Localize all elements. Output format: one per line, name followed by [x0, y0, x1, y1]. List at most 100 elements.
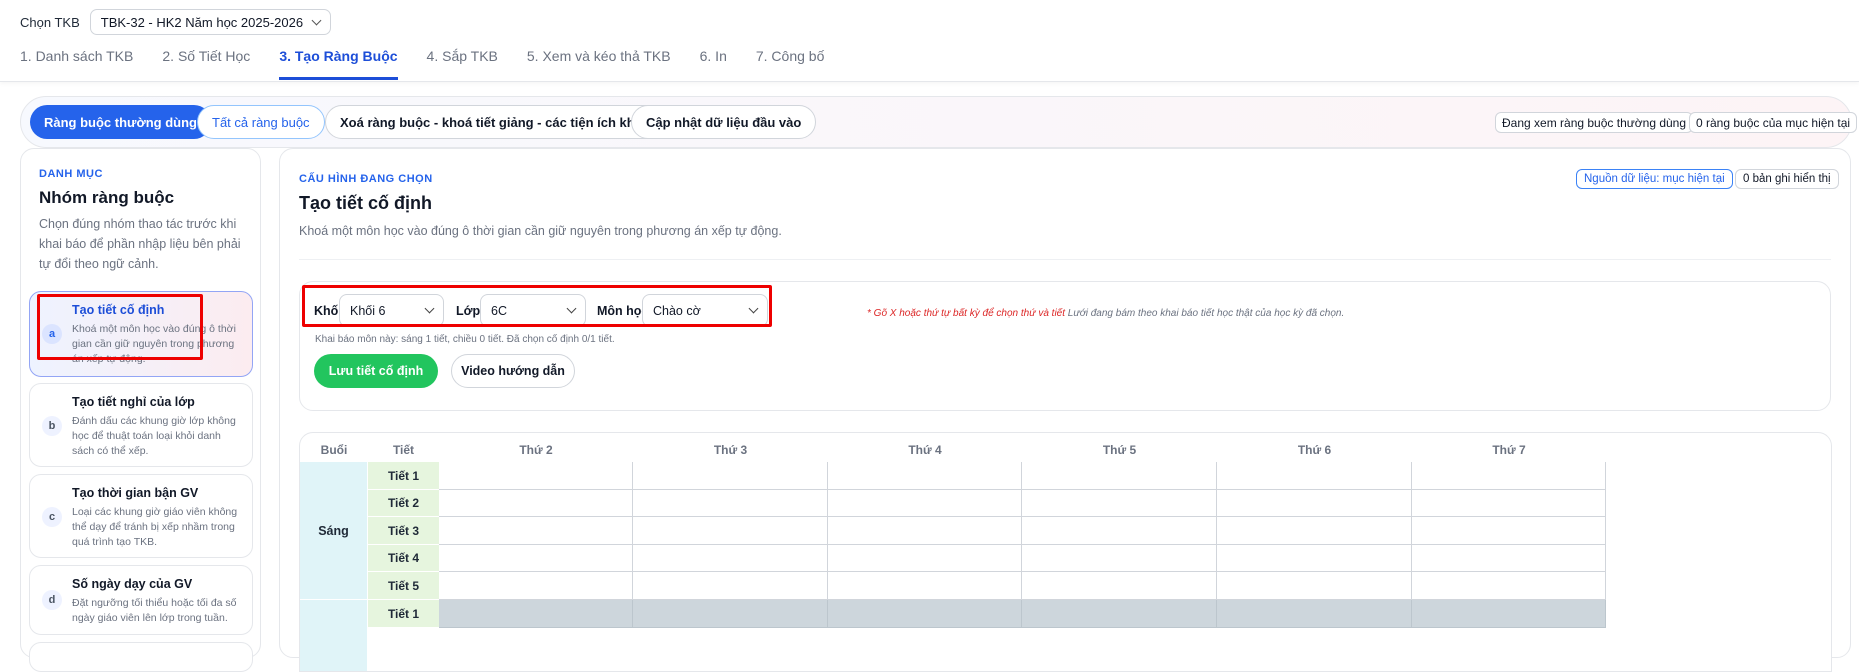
tkb-selector-row: Chọn TKB TBK-32 - HK2 Năm học 2025-2026 — [20, 9, 332, 35]
constraint-group-sidebar: DANH MỤC Nhóm ràng buộc Chọn đúng nhóm t… — [20, 148, 261, 672]
grid-cell[interactable] — [1412, 572, 1606, 600]
item-badge: b — [42, 416, 62, 436]
sidebar-item-tao-tiet-nghi[interactable]: b Tạo tiết nghỉ của lớp Đánh dấu các khu… — [29, 383, 253, 467]
tkb-select[interactable]: TBK-32 - HK2 Năm học 2025-2026 — [89, 9, 332, 35]
grid-cell[interactable] — [1412, 462, 1606, 490]
grid-hint: * Gõ X hoặc thứ tự bất kỳ để chọn thứ và… — [867, 308, 1344, 319]
grid-cell[interactable] — [1022, 545, 1217, 572]
sidebar-title: Nhóm ràng buộc — [39, 188, 175, 207]
tab-xem-keo-tha[interactable]: 5. Xem và kéo thả TKB — [527, 44, 671, 80]
all-constraints-button[interactable]: Tất cả ràng buộc — [197, 105, 325, 139]
tab-danh-sach-tkb[interactable]: 1. Danh sách TKB — [20, 44, 133, 80]
tab-in[interactable]: 6. In — [700, 44, 727, 80]
grid-cell[interactable] — [828, 545, 1022, 572]
grid-cell — [439, 600, 633, 628]
step-tabs: 1. Danh sách TKB 2. Số Tiết Học 3. Tạo R… — [20, 44, 853, 80]
khoi-select[interactable]: Khối 6 — [339, 294, 444, 327]
chevron-down-icon — [748, 303, 759, 314]
subject-declaration-note: Khai báo môn này: sáng 1 tiết, chiều 0 t… — [315, 334, 615, 345]
item-title: Tạo tiết cố định — [72, 303, 165, 317]
mon-hoc-label: Môn học — [597, 304, 649, 318]
data-source-chip: Nguồn dữ liệu: mục hiện tại — [1576, 169, 1733, 189]
tkb-label: Chọn TKB — [20, 14, 80, 30]
grid-cell[interactable] — [828, 462, 1022, 490]
fixed-period-form: Khối Khối 6 Lớp 6C Môn học Chào cờ * Gõ … — [299, 281, 1831, 411]
grid-cell — [1217, 600, 1412, 628]
period-label: Tiết 2 — [368, 490, 439, 517]
lop-select[interactable]: 6C — [480, 294, 586, 327]
sidebar-description: Chọn đúng nhóm thao tác trước khi khai b… — [39, 217, 241, 271]
tab-sap-tkb[interactable]: 4. Sắp TKB — [427, 44, 498, 80]
grid-cell[interactable] — [1217, 517, 1412, 545]
sidebar-item-tao-tiet-co-dinh[interactable]: a Tạo tiết cố định Khoá một môn học vào … — [29, 291, 253, 377]
category-label: DANH MỤC — [39, 168, 103, 180]
grid-cell[interactable] — [633, 490, 828, 517]
period-label: Tiết 1 — [368, 462, 439, 490]
chevron-down-icon — [566, 303, 577, 314]
grid-cell[interactable] — [1412, 517, 1606, 545]
session-afternoon — [300, 600, 368, 671]
sidebar-item-more[interactable] — [29, 642, 253, 672]
grid-cell[interactable] — [1022, 490, 1217, 517]
grid-cell[interactable] — [1217, 572, 1412, 600]
grid-cell[interactable] — [633, 572, 828, 600]
divider — [299, 259, 1831, 260]
grid-cell[interactable] — [828, 517, 1022, 545]
lop-label: Lớp — [456, 304, 481, 318]
grid-cell[interactable] — [439, 545, 633, 572]
grid-cell[interactable] — [1022, 517, 1217, 545]
tab-tao-rang-buoc[interactable]: 3. Tạo Ràng Buộc — [279, 44, 398, 80]
grid-cell[interactable] — [828, 572, 1022, 600]
tkb-select-value: TBK-32 - HK2 Năm học 2025-2026 — [100, 14, 304, 30]
sidebar-item-so-ngay-day[interactable]: d Số ngày dạy của GV Đặt ngưỡng tối thiể… — [29, 565, 253, 635]
grid-cell — [633, 600, 828, 628]
grid-cell[interactable] — [1217, 490, 1412, 517]
item-description: Khoá một môn học vào đúng ô thời gian cầ… — [72, 323, 236, 365]
records-chip: 0 bản ghi hiển thị — [1735, 169, 1839, 189]
grid-cell[interactable] — [439, 462, 633, 490]
grid-cell[interactable] — [439, 572, 633, 600]
period-label: Tiết 1 — [368, 600, 439, 628]
item-badge: c — [42, 507, 62, 527]
grid-cell[interactable] — [439, 490, 633, 517]
delete-lock-utilities-button[interactable]: Xoá ràng buộc - khoá tiết giảng - các ti… — [325, 105, 665, 139]
viewing-status-chip: Đang xem ràng buộc thường dùng — [1495, 112, 1694, 133]
item-description: Loại các khung giờ giáo viên không thể d… — [72, 506, 238, 548]
video-guide-button[interactable]: Video hướng dẫn — [451, 354, 575, 388]
grid-cell[interactable] — [633, 517, 828, 545]
grid-cell[interactable] — [439, 517, 633, 545]
item-title: Tạo thời gian bận GV — [72, 486, 199, 500]
schedule-grid: Buổi Tiết Thứ 2 Thứ 3 Thứ 4 Thứ 5 Thứ 6 … — [299, 432, 1832, 672]
grid-cell[interactable] — [828, 490, 1022, 517]
config-title: Tạo tiết cố định — [299, 193, 432, 213]
period-label: Tiết 3 — [368, 517, 439, 545]
grid-cell[interactable] — [1022, 462, 1217, 490]
config-label: CẤU HÌNH ĐANG CHỌN — [299, 173, 433, 185]
mon-hoc-select[interactable]: Chào cờ — [642, 294, 768, 327]
chevron-down-icon — [424, 303, 435, 314]
action-bar: Ràng buộc thường dùng Tất cả ràng buộc X… — [20, 96, 1858, 148]
grid-cell[interactable] — [633, 545, 828, 572]
grid-cell[interactable] — [1412, 490, 1606, 517]
grid-cell[interactable] — [1412, 545, 1606, 572]
constraint-count-chip: 0 ràng buộc của mục hiện tại — [1689, 112, 1858, 133]
common-constraints-button[interactable]: Ràng buộc thường dùng — [30, 105, 211, 139]
grid-cell[interactable] — [1022, 572, 1217, 600]
grid-cell — [1412, 600, 1606, 628]
grid-cell[interactable] — [1217, 462, 1412, 490]
period-label: Tiết 4 — [368, 545, 439, 572]
grid-cell[interactable] — [1217, 545, 1412, 572]
save-fixed-period-button[interactable]: Lưu tiết cố định — [314, 354, 438, 388]
mon-hoc-select-value: Chào cờ — [653, 303, 701, 318]
config-panel: CẤU HÌNH ĐANG CHỌN Tạo tiết cố định Khoá… — [279, 148, 1851, 672]
item-description: Đặt ngưỡng tối thiểu hoặc tối đa số ngày… — [72, 597, 237, 624]
khoi-select-value: Khối 6 — [350, 303, 386, 318]
chevron-down-icon — [311, 15, 322, 26]
grid-cell — [1022, 600, 1217, 628]
sidebar-item-thoi-gian-ban-gv[interactable]: c Tạo thời gian bận GV Loại các khung gi… — [29, 474, 253, 558]
item-badge: a — [42, 324, 62, 344]
tab-so-tiet-hoc[interactable]: 2. Số Tiết Học — [162, 44, 250, 80]
tab-cong-bo[interactable]: 7. Công bố — [756, 44, 825, 80]
grid-cell[interactable] — [633, 462, 828, 490]
update-input-data-button[interactable]: Cập nhật dữ liệu đầu vào — [631, 105, 817, 139]
